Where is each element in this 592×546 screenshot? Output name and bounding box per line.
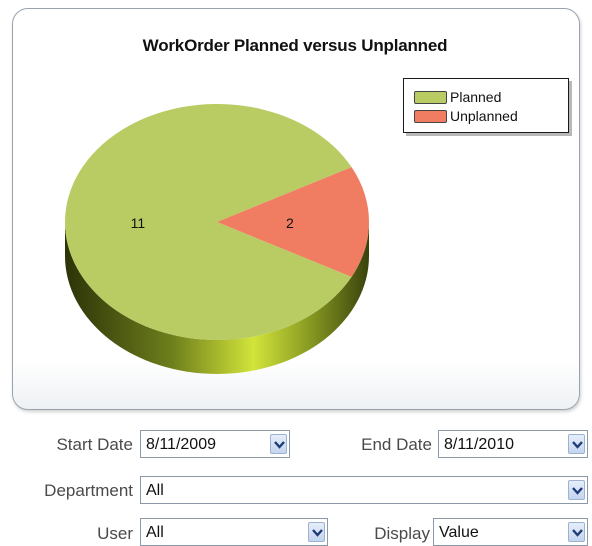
chevron-down-icon <box>312 529 323 537</box>
legend-item-planned: Planned <box>414 88 501 106</box>
start-date-value: 8/11/2009 <box>146 436 216 453</box>
legend-item-unplanned: Unplanned <box>414 107 518 125</box>
start-date-select[interactable]: 8/11/2009 <box>140 430 290 458</box>
end-date-dropdown-button[interactable] <box>568 434 585 454</box>
legend-swatch-planned <box>414 90 447 104</box>
display-value: Value <box>439 524 479 541</box>
chevron-down-icon <box>274 441 285 449</box>
user-dropdown-button[interactable] <box>308 522 325 542</box>
pie-data-label-planned: 11 <box>131 215 146 231</box>
user-select[interactable]: All <box>140 518 328 546</box>
chevron-down-icon <box>572 529 583 537</box>
legend-label-unplanned: Unplanned <box>450 108 518 124</box>
department-value: All <box>146 482 164 499</box>
start-date-label: Start Date <box>56 435 133 454</box>
end-date-label: End Date <box>361 435 432 454</box>
pie-data-label-unplanned: 2 <box>286 215 294 231</box>
department-label: Department <box>44 481 133 500</box>
user-label: User <box>97 524 133 543</box>
start-date-dropdown-button[interactable] <box>270 434 287 454</box>
chevron-down-icon <box>572 487 583 495</box>
display-dropdown-button[interactable] <box>568 522 585 542</box>
department-select[interactable]: All <box>140 476 588 504</box>
end-date-value: 8/11/2010 <box>444 436 514 453</box>
legend-swatch-unplanned <box>414 109 447 123</box>
end-date-select[interactable]: 8/11/2010 <box>438 430 588 458</box>
chevron-down-icon <box>572 441 583 449</box>
display-label: Display <box>374 524 430 543</box>
user-value: All <box>146 524 164 541</box>
display-select[interactable]: Value <box>433 518 588 546</box>
department-dropdown-button[interactable] <box>568 480 585 500</box>
pie-chart: 11 2 <box>65 104 369 374</box>
chart-legend: Planned Unplanned <box>403 78 569 133</box>
legend-label-planned: Planned <box>450 89 502 105</box>
